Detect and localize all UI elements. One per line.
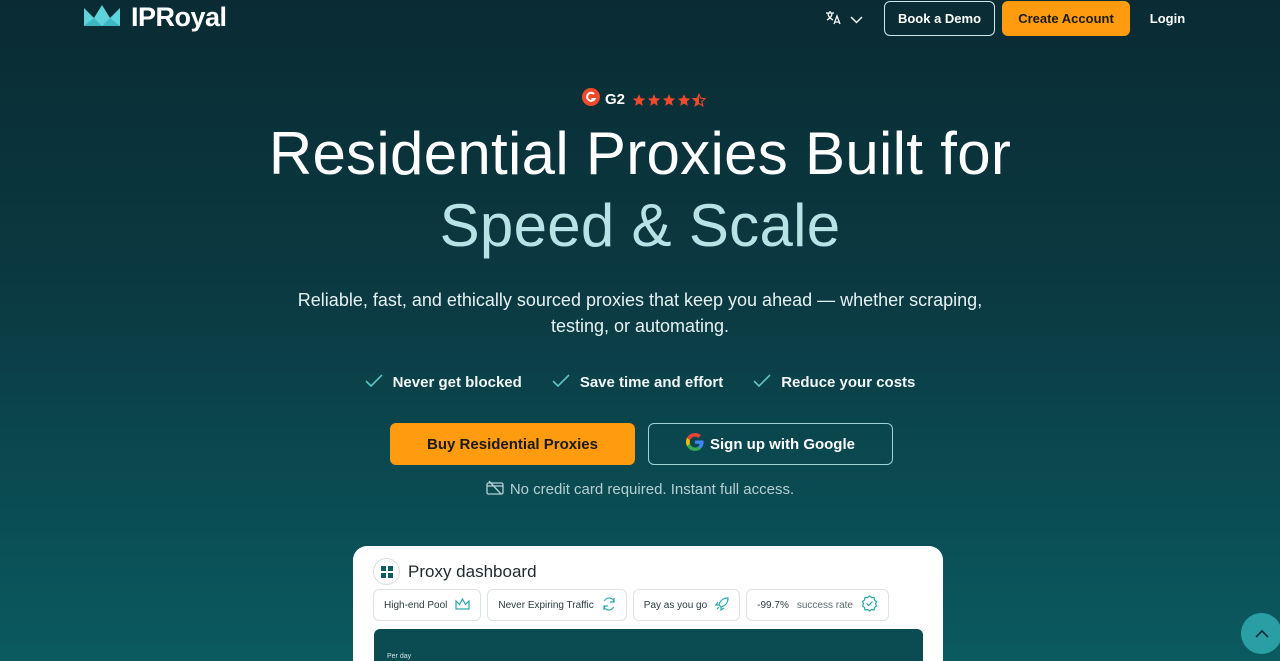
usage-chart-panel: Per day (374, 629, 923, 661)
no-credit-card-icon (486, 480, 504, 499)
login-link[interactable]: Login (1140, 1, 1195, 36)
chip-label: Never Expiring Traffic (498, 599, 594, 611)
google-signup-label: Sign up with Google (710, 435, 855, 453)
half-star-icon (692, 92, 707, 107)
chip-success-rate: -99.7% success rate (746, 589, 889, 621)
dashboard-header: Proxy dashboard (373, 558, 537, 585)
refresh-icon (602, 596, 616, 614)
star-rating (632, 92, 707, 107)
scroll-to-top-button[interactable] (1241, 613, 1280, 654)
logo-text: IPRoyal (131, 2, 227, 32)
dashboard-chips: High-end Pool Never Expiring Traffic Pay… (373, 589, 889, 621)
check-icon (365, 374, 383, 391)
hero-title-line1: Residential Proxies Built for (268, 120, 1012, 187)
g2-rating[interactable]: G2 (582, 88, 707, 111)
logo[interactable]: IPRoyal (83, 2, 227, 33)
check-icon (753, 374, 771, 391)
chart-label: Per day (387, 653, 412, 660)
feature-item: Never get blocked (365, 374, 522, 391)
g2-label: G2 (605, 91, 626, 108)
success-rate-value: -99.7% (757, 599, 789, 611)
chip-never-expiring-traffic: Never Expiring Traffic (487, 589, 627, 621)
feature-list: Never get blocked Save time and effort R… (0, 374, 1280, 391)
dashboard-grid-icon (373, 558, 400, 585)
star-icon (647, 93, 661, 106)
chip-label: Pay as you go (643, 599, 708, 611)
language-selector[interactable] (825, 10, 863, 30)
book-demo-button[interactable]: Book a Demo (884, 1, 995, 36)
proxy-dashboard-preview: Proxy dashboard High-end Pool Never Expi… (353, 546, 943, 661)
hero-title: Residential Proxies Built for Speed & Sc… (0, 118, 1280, 262)
star-icon (662, 93, 676, 106)
feature-item: Save time and effort (552, 374, 723, 391)
chip-high-end-pool: High-end Pool (373, 589, 482, 621)
translate-icon (825, 10, 842, 30)
g2-logo-icon (582, 88, 600, 111)
google-icon (686, 433, 704, 455)
dashboard-title: Proxy dashboard (408, 561, 537, 581)
chip-label: High-end Pool (384, 599, 448, 611)
check-icon (552, 374, 570, 391)
create-account-button[interactable]: Create Account (1002, 1, 1130, 36)
star-icon (632, 93, 646, 106)
hero-title-line2: Speed & Scale (439, 192, 841, 259)
feature-label: Never get blocked (392, 374, 522, 391)
chevron-up-icon (1254, 625, 1269, 643)
note-text: No credit card required. Instant full ac… (509, 481, 795, 498)
buy-residential-proxies-button[interactable]: Buy Residential Proxies (390, 423, 635, 465)
verified-badge-icon (861, 595, 878, 615)
hero-subtitle: Reliable, fast, and ethically sourced pr… (297, 290, 983, 336)
feature-label: Save time and effort (579, 374, 724, 391)
star-icon (677, 93, 691, 106)
feature-label: Reduce your costs (781, 374, 916, 391)
success-rate-label: success rate (796, 599, 853, 611)
google-signup-button[interactable]: Sign up with Google (648, 423, 893, 465)
chevron-down-icon (850, 11, 863, 29)
no-credit-card-note: No credit card required. Instant full ac… (0, 480, 1280, 499)
crown-icon (455, 597, 470, 613)
crown-logo-icon (83, 2, 121, 33)
chip-pay-as-you-go: Pay as you go (632, 589, 741, 621)
rocket-icon (715, 596, 729, 614)
top-navbar: IPRoyal Book a Demo Create Account Login (0, 0, 1280, 40)
feature-item: Reduce your costs (753, 374, 915, 391)
